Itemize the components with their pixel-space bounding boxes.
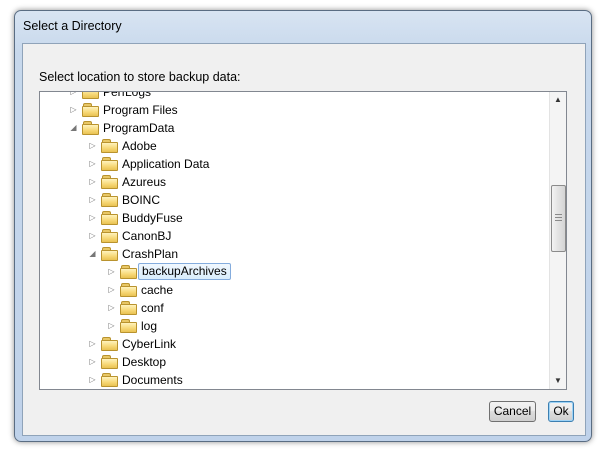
collapsed-arrow-icon[interactable]: ▷ [88, 141, 97, 150]
expanded-arrow-icon[interactable]: ◢ [88, 249, 97, 258]
ok-button[interactable]: Ok [548, 401, 574, 422]
tree-item[interactable]: ▷ BOINC [40, 191, 550, 209]
collapsed-arrow-icon[interactable]: ▷ [107, 321, 116, 330]
tree-item-label[interactable]: log [138, 318, 160, 334]
folder-icon [101, 193, 118, 207]
grip-line [555, 217, 562, 218]
dialog-client-area: Select location to store backup data: ▷ P… [22, 43, 586, 436]
tree-item[interactable]: ▷ conf [40, 299, 550, 317]
folder-icon [120, 301, 137, 315]
tree-item-label[interactable]: Adobe [119, 138, 160, 154]
collapsed-arrow-icon[interactable]: ▷ [88, 213, 97, 222]
collapsed-arrow-icon[interactable]: ▷ [69, 92, 78, 96]
folder-icon [120, 319, 137, 333]
tree-item[interactable]: ▷ Desktop [40, 353, 550, 371]
tree-item[interactable]: ▷ Azureus [40, 173, 550, 191]
tree-item[interactable]: ▷ backupArchives [40, 263, 550, 281]
folder-icon [101, 157, 118, 171]
tree-item-label[interactable]: ProgramData [100, 120, 177, 136]
tree-item-label[interactable]: BuddyFuse [119, 210, 186, 226]
collapsed-arrow-icon[interactable]: ▷ [88, 231, 97, 240]
folder-icon [101, 211, 118, 225]
tree-item[interactable]: ▷ PerfLogs [40, 92, 550, 101]
tree-item-label[interactable]: BOINC [119, 192, 163, 208]
tree-rows: ▷ PerfLogs ▷ Program Files ◢ ProgramData ▷ Adob… [40, 92, 550, 389]
tree-item-label[interactable]: Application Data [119, 156, 212, 172]
tree-item-label[interactable]: Documents [119, 372, 186, 388]
tree-item[interactable]: ▷ Application Data [40, 155, 550, 173]
folder-icon [101, 337, 118, 351]
tree-item-label[interactable]: Azureus [119, 174, 169, 190]
folder-icon [101, 139, 118, 153]
dialog-window: Select a Directory Select location to st… [14, 10, 592, 442]
tree-item-label[interactable]: CrashPlan [119, 246, 181, 262]
collapsed-arrow-icon[interactable]: ▷ [88, 177, 97, 186]
folder-icon [82, 121, 99, 135]
tree-item[interactable]: ▷ BuddyFuse [40, 209, 550, 227]
folder-icon [82, 92, 99, 99]
tree-item[interactable]: ▷ CanonBJ [40, 227, 550, 245]
tree-item-label[interactable]: cache [138, 282, 176, 298]
folder-icon [101, 355, 118, 369]
folder-icon [101, 175, 118, 189]
tree-item-label[interactable]: Desktop [119, 354, 169, 370]
grip-line [555, 214, 562, 215]
tree-item[interactable]: ▷ cache [40, 281, 550, 299]
tree-item[interactable]: ▷ Documents [40, 371, 550, 389]
collapsed-arrow-icon[interactable]: ▷ [88, 159, 97, 168]
tree-item[interactable]: ◢ ProgramData [40, 119, 550, 137]
folder-icon [82, 103, 99, 117]
tree-item-label[interactable]: conf [138, 300, 167, 316]
directory-tree[interactable]: ▷ PerfLogs ▷ Program Files ◢ ProgramData ▷ Adob… [39, 91, 567, 390]
tree-item[interactable]: ▷ CyberLink [40, 335, 550, 353]
collapsed-arrow-icon[interactable]: ▷ [107, 267, 116, 276]
tree-item-label[interactable]: Program Files [100, 102, 181, 118]
scroll-up-arrow-icon[interactable]: ▲ [550, 92, 566, 108]
collapsed-arrow-icon[interactable]: ▷ [88, 339, 97, 348]
folder-icon [101, 247, 118, 261]
tree-item-label[interactable]: PerfLogs [100, 92, 154, 100]
tree-item-label[interactable]: CanonBJ [119, 228, 174, 244]
collapsed-arrow-icon[interactable]: ▷ [88, 375, 97, 384]
folder-icon [101, 229, 118, 243]
collapsed-arrow-icon[interactable]: ▷ [88, 357, 97, 366]
tree-item[interactable]: ▷ Adobe [40, 137, 550, 155]
collapsed-arrow-icon[interactable]: ▷ [69, 105, 78, 114]
collapsed-arrow-icon[interactable]: ▷ [88, 195, 97, 204]
vertical-scrollbar[interactable]: ▲ ▼ [549, 92, 566, 389]
scroll-down-arrow-icon[interactable]: ▼ [550, 373, 566, 389]
dialog-prompt: Select location to store backup data: [39, 70, 241, 84]
tree-item[interactable]: ◢ CrashPlan [40, 245, 550, 263]
window-title: Select a Directory [23, 19, 122, 33]
folder-icon [120, 265, 137, 279]
collapsed-arrow-icon[interactable]: ▷ [107, 285, 116, 294]
folder-icon [101, 373, 118, 387]
tree-item-label-selected[interactable]: backupArchives [138, 263, 231, 280]
folder-icon [120, 283, 137, 297]
cancel-button[interactable]: Cancel [489, 401, 536, 422]
tree-item[interactable]: ▷ log [40, 317, 550, 335]
collapsed-arrow-icon[interactable]: ▷ [107, 303, 116, 312]
tree-item[interactable]: ▷ Program Files [40, 101, 550, 119]
scrollbar-thumb[interactable] [551, 185, 566, 252]
grip-line [555, 220, 562, 221]
expanded-arrow-icon[interactable]: ◢ [69, 123, 78, 132]
tree-item-label[interactable]: CyberLink [119, 336, 179, 352]
